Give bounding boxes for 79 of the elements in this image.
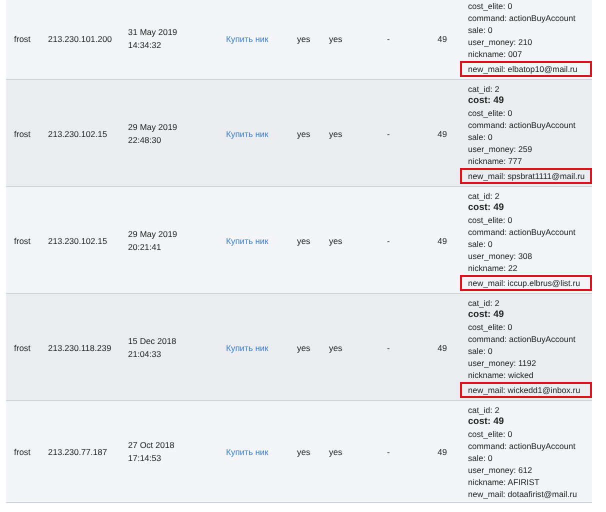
param-line: sale: 0 <box>467 24 492 36</box>
param-line: cost: 49 <box>467 95 504 107</box>
time-cell: 14:34:32 <box>128 38 162 52</box>
param-line: command: actionBuyAccount <box>467 119 576 131</box>
param-line: command: actionBuyAccount <box>467 226 576 238</box>
param-line: nickname: AFIRIST <box>467 476 540 488</box>
ip-cell: 213.230.101.200 <box>48 34 112 44</box>
param-line: command: actionBuyAccount <box>467 440 576 452</box>
param-line: sale: 0 <box>467 131 492 143</box>
param-line: sale: 0 <box>467 345 492 357</box>
param-line: sale: 0 <box>467 238 492 250</box>
table-cell: yes <box>329 34 342 44</box>
time-cell: 22:48:30 <box>128 134 162 146</box>
date-cell: 29 May 2019 <box>128 228 178 240</box>
param-line: cat_id: 2 <box>467 404 500 416</box>
table-cell: yes <box>297 342 310 352</box>
param-line: cost: 49 <box>467 309 504 321</box>
table-cell: yes <box>329 128 342 138</box>
param-line: cat_id: 2 <box>467 83 500 95</box>
param-line: user_money: 259 <box>467 143 532 155</box>
param-line: nickname: 22 <box>467 262 518 274</box>
param-line: user_money: 308 <box>467 250 532 262</box>
date-cell: 27 Oct 2018 <box>128 439 174 452</box>
date-cell: 31 May 2019 <box>128 26 178 38</box>
table-cell: - <box>387 34 390 44</box>
date-cell: 29 May 2019 <box>128 120 178 134</box>
action-link[interactable]: Купить ник <box>226 447 268 457</box>
cost-cell: 49 <box>438 447 447 457</box>
param-line: command: actionBuyAccount <box>467 12 576 24</box>
param-line: new_mail: dotaafirist@mail.ru <box>467 488 577 500</box>
table-cell: yes <box>297 447 310 457</box>
time-cell: 21:04:33 <box>128 348 162 360</box>
user-cell: frost <box>14 236 31 246</box>
cost-cell: 49 <box>438 236 447 246</box>
table-cell: yes <box>329 447 342 457</box>
param-line: nickname: wicked <box>467 369 534 381</box>
param-line: cost: 49 <box>467 416 504 428</box>
action-link[interactable]: Купить ник <box>226 34 268 44</box>
param-line: cost: 49 <box>467 202 504 214</box>
param-line: cost_elite: 0 <box>467 0 512 12</box>
param-line: cost_elite: 0 <box>467 321 512 333</box>
table-cell: yes <box>297 34 310 44</box>
user-cell: frost <box>14 342 31 352</box>
user-cell: frost <box>14 34 31 44</box>
ip-cell: 213.230.102.15 <box>48 128 108 138</box>
param-line: command: actionBuyAccount <box>467 333 576 345</box>
param-line: cost_elite: 0 <box>467 107 512 119</box>
param-line: cost_elite: 0 <box>467 428 512 440</box>
table-cell: - <box>387 447 390 457</box>
param-line: user_money: 210 <box>467 36 532 48</box>
ip-cell: 213.230.77.187 <box>48 447 108 457</box>
action-link[interactable]: Купить ник <box>226 236 268 246</box>
param-line: cost_elite: 0 <box>467 214 512 226</box>
table-cell: yes <box>297 128 310 138</box>
action-link[interactable]: Купить ник <box>226 128 268 138</box>
action-link[interactable]: Купить ник <box>226 342 268 352</box>
param-line: nickname: 777 <box>467 155 522 167</box>
param-line: cat_id: 2 <box>467 297 500 309</box>
table-cell: - <box>387 128 390 138</box>
date-cell: 15 Dec 2018 <box>128 334 176 348</box>
cost-cell: 49 <box>438 342 447 352</box>
table-cell: - <box>387 236 390 246</box>
user-cell: frost <box>14 128 31 138</box>
table-cell: yes <box>329 342 342 352</box>
ip-cell: 213.230.102.15 <box>48 236 108 246</box>
param-line: user_money: 612 <box>467 464 532 476</box>
param-line: user_money: 1192 <box>467 357 536 369</box>
time-cell: 20:21:41 <box>128 240 162 254</box>
param-line: cat_id: 2 <box>467 190 500 202</box>
time-cell: 17:14:53 <box>128 452 162 465</box>
cost-cell: 49 <box>438 128 447 138</box>
param-line: sale: 0 <box>467 452 492 464</box>
ip-cell: 213.230.118.239 <box>48 342 112 352</box>
cost-cell: 49 <box>438 34 447 44</box>
user-cell: frost <box>14 447 31 457</box>
table-cell: yes <box>297 236 310 246</box>
table-cell: - <box>387 342 390 352</box>
param-line: nickname: 007 <box>467 48 522 60</box>
table-cell: yes <box>329 236 342 246</box>
